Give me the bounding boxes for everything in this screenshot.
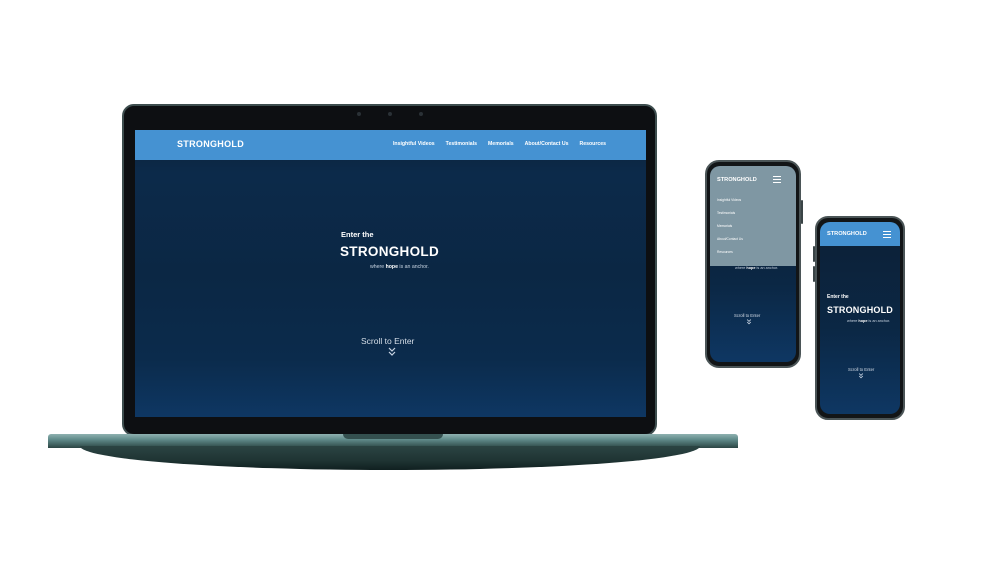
nav-link-memorials[interactable]: Memorials bbox=[488, 141, 514, 147]
nav-links: Insightful Videos Testimonials Memorials… bbox=[393, 141, 606, 147]
tagline-before: where bbox=[847, 319, 859, 323]
mobile-menu-overlay: STRONGHOLD Insightful Videos Testimonial… bbox=[710, 166, 796, 266]
hamburger-menu-icon[interactable] bbox=[773, 176, 781, 183]
tagline-bold: hope bbox=[385, 264, 398, 270]
mobile-nav-link-memorials[interactable]: Memorials bbox=[717, 224, 743, 228]
phone-screen-menu-open: STRONGHOLD Insightful Videos Testimonial… bbox=[710, 166, 796, 362]
hero-tagline: where hope is an anchor. bbox=[735, 266, 778, 270]
nav-link-about-contact[interactable]: About/Contact Us bbox=[525, 141, 569, 147]
sensor-dot bbox=[356, 112, 361, 116]
camera-icon bbox=[387, 112, 392, 116]
hero-tagline: where hope is an anchor. bbox=[370, 264, 429, 270]
brand-logo[interactable]: STRONGHOLD bbox=[177, 139, 244, 149]
nav-link-testimonials[interactable]: Testimonials bbox=[446, 141, 477, 147]
double-chevron-down-icon[interactable] bbox=[746, 319, 752, 325]
laptop-opening-notch bbox=[343, 434, 443, 439]
hero-pre-title: Enter the bbox=[341, 230, 374, 239]
mobile-navbar: STRONGHOLD bbox=[820, 222, 900, 246]
tagline-before: where bbox=[735, 266, 747, 270]
hero-title: STRONGHOLD bbox=[827, 305, 893, 315]
mobile-nav-link-testimonials[interactable]: Testimonials bbox=[717, 211, 743, 215]
double-chevron-down-icon[interactable] bbox=[387, 347, 397, 357]
nav-link-insightful-videos[interactable]: Insightful Videos bbox=[393, 141, 435, 147]
scroll-to-enter-button[interactable]: Scroll to Enter bbox=[361, 336, 414, 346]
mobile-nav-link-insightful-videos[interactable]: Insightful Videos bbox=[717, 198, 743, 202]
laptop-screen: STRONGHOLD Insightful Videos Testimonial… bbox=[135, 130, 646, 417]
laptop-underside bbox=[80, 446, 700, 470]
tagline-before: where bbox=[370, 264, 386, 270]
tagline-after: is an anchor. bbox=[867, 319, 891, 323]
mobile-nav-link-about-contact[interactable]: About/Contact Us bbox=[717, 237, 743, 241]
mobile-nav-link-resources[interactable]: Resources bbox=[717, 250, 743, 254]
scroll-to-enter-button[interactable]: Scroll to Enter bbox=[734, 313, 760, 318]
hamburger-menu-icon[interactable] bbox=[883, 231, 891, 238]
laptop-camera-bar bbox=[355, 109, 425, 119]
sensor-dot bbox=[418, 112, 423, 116]
double-chevron-down-icon[interactable] bbox=[858, 373, 864, 379]
scroll-to-enter-button[interactable]: Scroll to Enter bbox=[848, 367, 874, 372]
brand-logo[interactable]: STRONGHOLD bbox=[827, 231, 867, 237]
phone-side-button bbox=[801, 200, 803, 224]
brand-logo[interactable]: STRONGHOLD bbox=[717, 177, 757, 183]
nav-link-resources[interactable]: Resources bbox=[579, 141, 606, 147]
tagline-after: is an anchor. bbox=[755, 266, 779, 270]
mobile-menu-list: Insightful Videos Testimonials Memorials… bbox=[717, 198, 743, 263]
hero-tagline: where hope is an anchor. bbox=[847, 319, 890, 323]
hero-pre-title: Enter the bbox=[827, 294, 849, 300]
hero-title: STRONGHOLD bbox=[340, 244, 439, 259]
tagline-after: is an anchor. bbox=[397, 264, 429, 270]
phone-screen-home: STRONGHOLD Enter the STRONGHOLD where ho… bbox=[820, 222, 900, 414]
desktop-navbar: STRONGHOLD Insightful Videos Testimonial… bbox=[135, 130, 646, 160]
